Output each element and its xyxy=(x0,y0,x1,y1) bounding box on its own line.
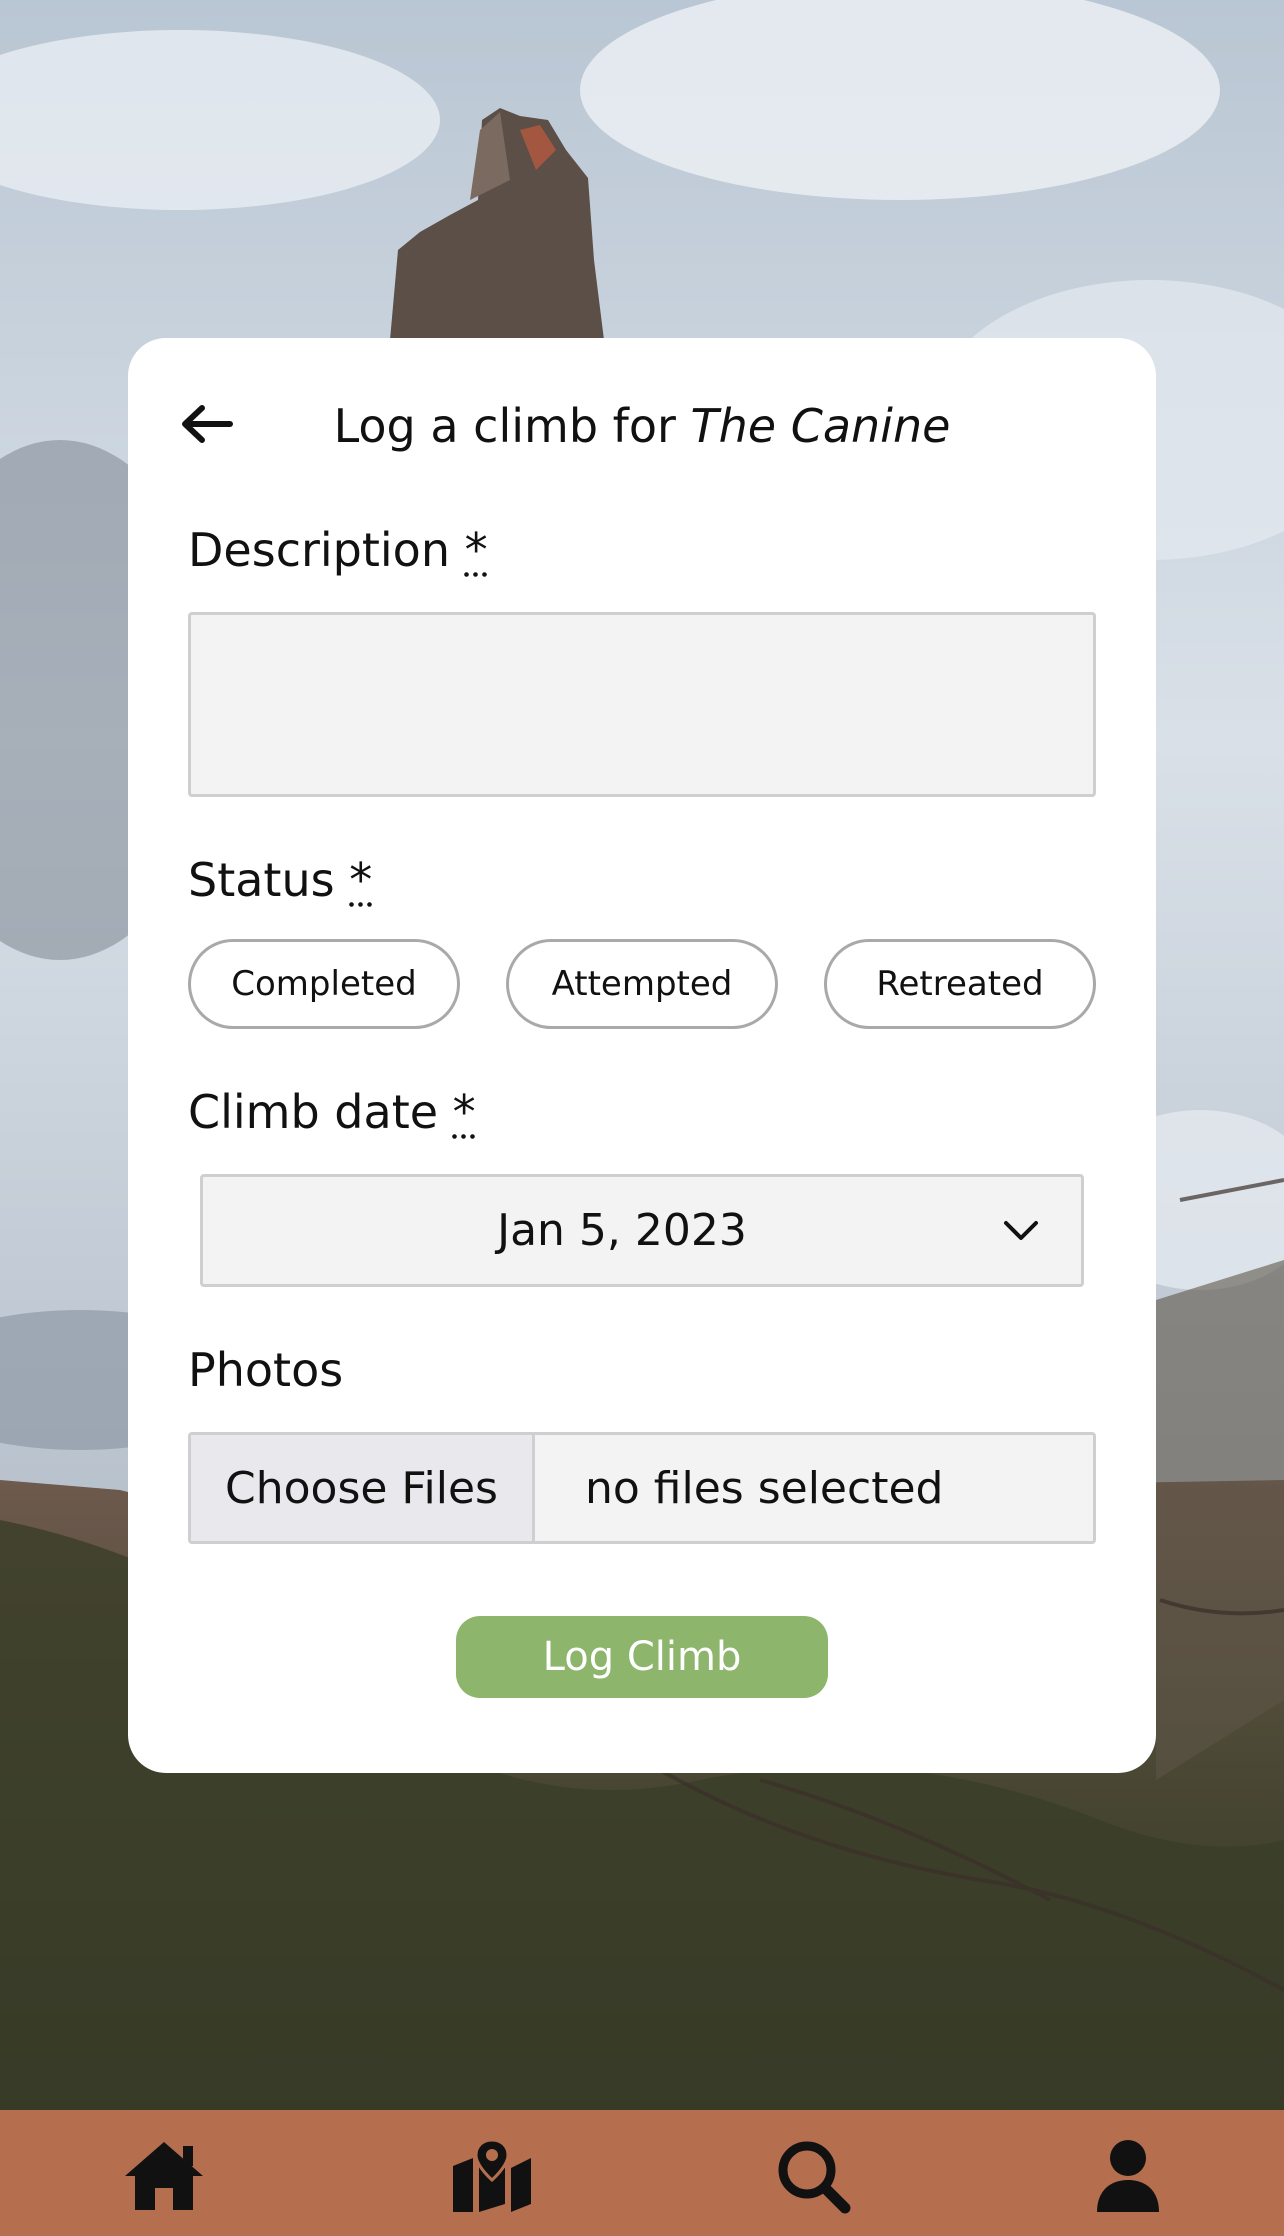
back-button[interactable] xyxy=(180,394,256,454)
log-climb-card: Log a climb for The Canine Description *… xyxy=(128,338,1156,1773)
required-marker: * xyxy=(464,523,488,577)
required-marker: * xyxy=(452,1085,476,1139)
description-label: Description * xyxy=(188,522,488,578)
route-name: The Canine xyxy=(690,399,951,453)
status-label: Status * xyxy=(188,852,372,908)
arrow-left-icon xyxy=(182,405,233,443)
status-attempted-button[interactable]: Attempted xyxy=(506,939,778,1029)
page-title: Log a climb for The Canine xyxy=(278,396,1006,456)
climb-date-label-text: Climb date xyxy=(188,1085,439,1139)
description-label-text: Description xyxy=(188,523,450,577)
photos-label: Photos xyxy=(188,1342,343,1398)
chevron-down-icon xyxy=(1004,1221,1038,1240)
status-completed-button[interactable]: Completed xyxy=(188,939,460,1029)
file-status-text: no files selected xyxy=(585,1462,944,1514)
user-icon xyxy=(1097,2140,1159,2212)
climb-date-value: Jan 5, 2023 xyxy=(497,1204,747,1256)
choose-files-button[interactable]: Choose Files xyxy=(191,1435,535,1541)
status-options: Completed Attempted Retreated xyxy=(188,939,1096,1029)
app-screen: Log a climb for The Canine Description *… xyxy=(0,0,1284,2236)
map-icon xyxy=(453,2138,531,2212)
climb-date-select[interactable]: Jan 5, 2023 xyxy=(200,1174,1084,1287)
climb-date-label: Climb date * xyxy=(188,1084,476,1140)
nav-map[interactable] xyxy=(444,2134,540,2218)
status-retreated-button[interactable]: Retreated xyxy=(824,939,1096,1029)
title-prefix: Log a climb for xyxy=(333,399,691,453)
log-climb-button[interactable]: Log Climb xyxy=(456,1616,828,1698)
photos-file-input[interactable]: Choose Files no files selected xyxy=(188,1432,1096,1544)
bottom-nav xyxy=(0,2110,1284,2236)
home-icon xyxy=(125,2142,203,2210)
nav-search[interactable] xyxy=(766,2134,862,2218)
status-label-text: Status xyxy=(188,853,335,907)
description-textarea[interactable] xyxy=(188,612,1096,797)
nav-home[interactable] xyxy=(116,2134,212,2218)
nav-profile[interactable] xyxy=(1080,2134,1176,2218)
required-marker: * xyxy=(349,853,373,907)
photos-label-text: Photos xyxy=(188,1343,344,1397)
search-icon xyxy=(778,2141,851,2214)
